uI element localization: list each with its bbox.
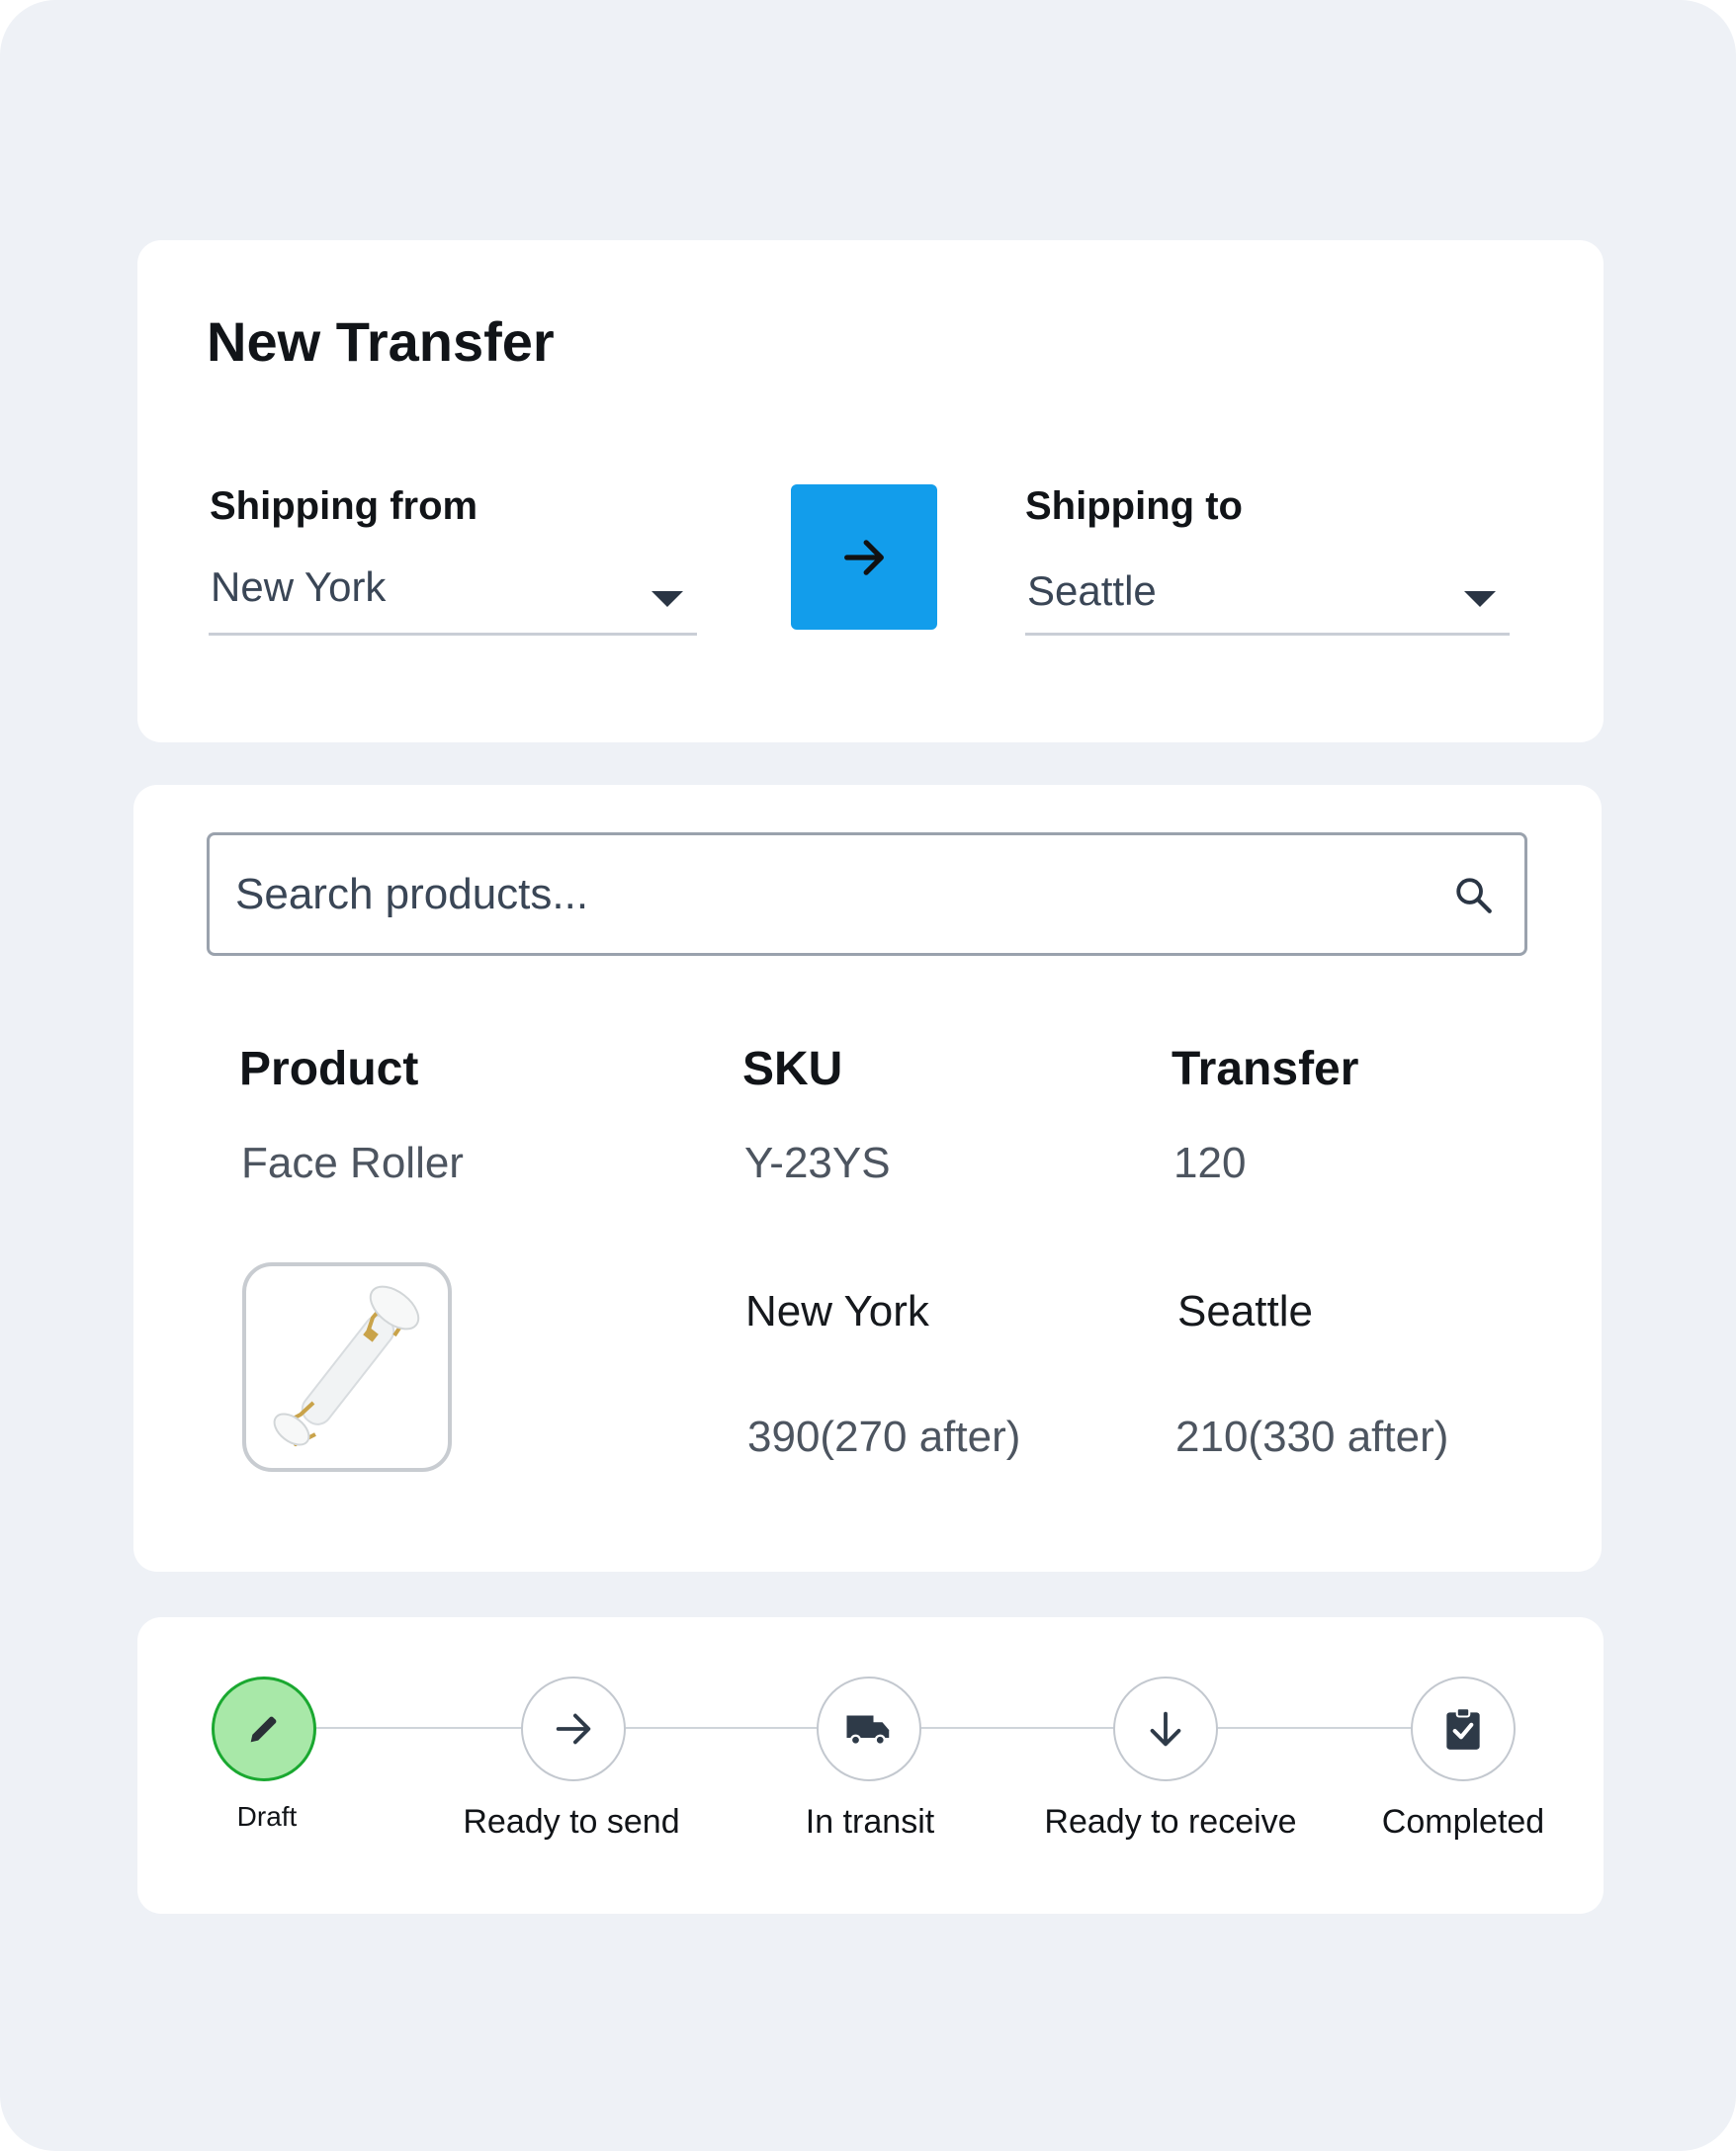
step-label-draft: Draft (236, 1801, 298, 1832)
swap-direction-button[interactable] (791, 484, 937, 630)
face-roller-image (242, 1262, 452, 1472)
pencil-icon (250, 1716, 277, 1743)
shipping-to-label: Shipping to (1025, 484, 1243, 528)
destination-location: Seattle (1177, 1287, 1313, 1335)
column-header-sku: SKU (742, 1043, 843, 1095)
page-title: New Transfer (207, 310, 555, 373)
product-sku: Y-23YS (744, 1139, 891, 1187)
search-icon[interactable] (1453, 875, 1495, 916)
arrow-down-icon (1150, 1711, 1181, 1747)
clipboard-check-icon (1446, 1707, 1480, 1750)
chevron-down-icon (1464, 591, 1496, 607)
product-name: Face Roller (241, 1139, 464, 1187)
shipping-from-value: New York (211, 563, 387, 610)
step-label-ready-to-receive: Ready to receive (1044, 1803, 1297, 1841)
search-box (207, 832, 1527, 956)
step-draft[interactable] (212, 1677, 316, 1781)
arrow-right-icon (556, 1713, 591, 1745)
origin-location: New York (745, 1287, 929, 1335)
transfer-quantity[interactable]: 120 (1173, 1139, 1246, 1188)
products-card: Product SKU Transfer Face Roller Y-23YS … (133, 785, 1602, 1572)
step-completed[interactable] (1411, 1677, 1516, 1781)
shipping-to-value: Seattle (1027, 567, 1157, 614)
status-stepper: Draft Ready to send In transit Ready to … (137, 1617, 1604, 1914)
step-in-transit[interactable] (817, 1677, 921, 1781)
step-label-ready-to-send: Ready to send (463, 1803, 680, 1841)
step-label-in-transit: In transit (805, 1803, 935, 1841)
shipping-to-select[interactable]: Seattle (1025, 542, 1510, 636)
step-label-completed: Completed (1381, 1803, 1545, 1841)
column-header-product: Product (239, 1043, 419, 1095)
arrow-right-icon (844, 539, 884, 575)
face-roller-illustration (273, 1285, 420, 1446)
column-header-transfer: Transfer (1172, 1043, 1359, 1095)
step-ready-to-send[interactable] (521, 1677, 626, 1781)
search-input[interactable] (233, 861, 1424, 928)
chevron-down-icon (651, 591, 683, 607)
page-background: New Transfer Shipping from New York Ship… (0, 0, 1736, 2151)
origin-stock: 390(270 after) (747, 1413, 1021, 1461)
truck-icon (846, 1715, 890, 1746)
destination-stock: 210(330 after) (1175, 1413, 1449, 1461)
shipping-from-select[interactable]: New York (209, 542, 697, 636)
shipping-from-label: Shipping from (210, 484, 478, 528)
step-ready-to-receive[interactable] (1113, 1677, 1218, 1781)
transfer-card: New Transfer Shipping from New York Ship… (137, 240, 1604, 742)
